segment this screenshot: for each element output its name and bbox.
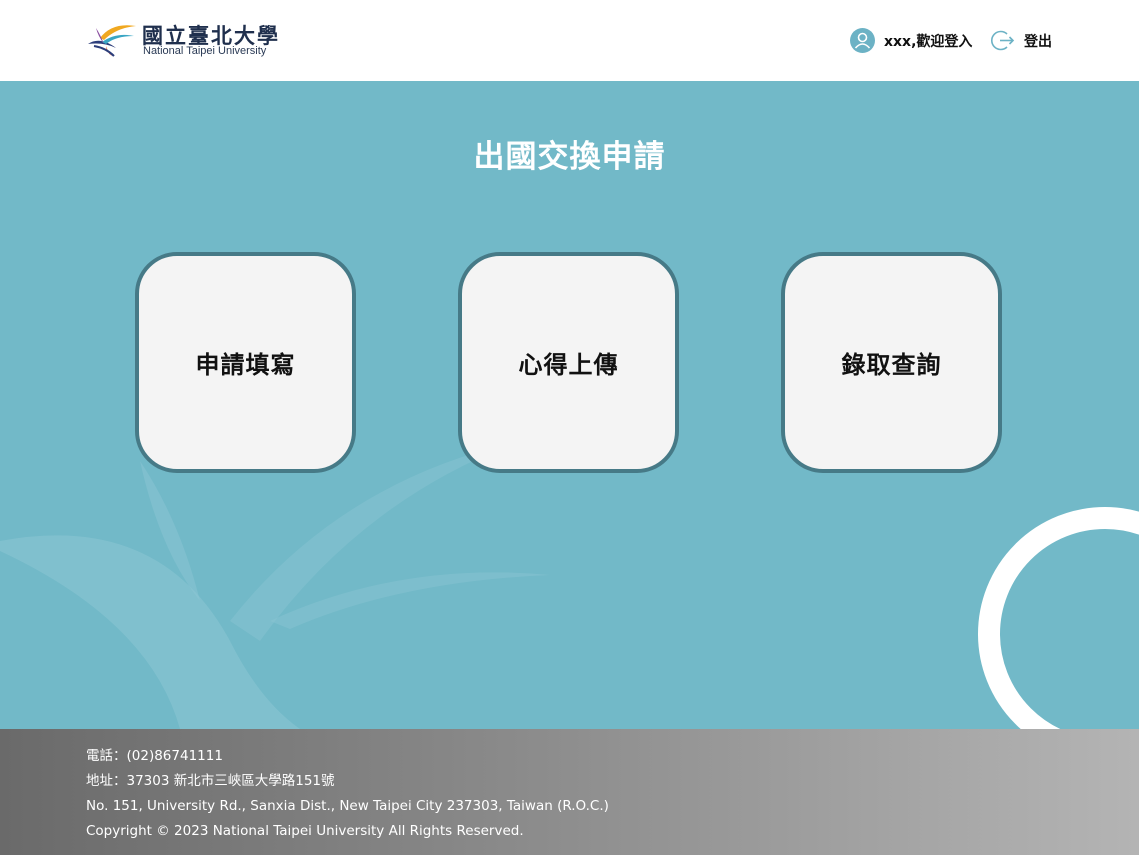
card-label: 錄取查詢 [841, 351, 942, 379]
logout-button[interactable]: 登出 [1024, 31, 1052, 51]
ntpu-logo[interactable]: 國立臺北大學 National Taipei University [86, 18, 296, 64]
user-area: xxx,歡迎登入 登出 [850, 28, 1060, 53]
page-title: 出國交換申請 [473, 139, 666, 175]
footer-address-en: No. 151, University Rd., Sanxia Dist., N… [86, 798, 609, 814]
admission-query-card[interactable]: 錄取查詢 [781, 252, 1002, 473]
footer: 電話：(02)86741111 地址：37303 新北市三峽區大學路151號 N… [0, 729, 1139, 855]
footer-address-zh: 地址：37303 新北市三峽區大學路151號 [86, 773, 335, 789]
logo-english-text: National Taipei University [143, 45, 267, 57]
card-label: 心得上傳 [518, 351, 619, 379]
application-form-card[interactable]: 申請填寫 [135, 252, 356, 473]
main-content: 出國交換申請 申請填寫 心得上傳 錄取查詢 [0, 81, 1139, 729]
footer-phone: 電話：(02)86741111 [86, 748, 223, 764]
report-upload-card[interactable]: 心得上傳 [458, 252, 679, 473]
card-label: 申請填寫 [195, 351, 296, 379]
header: 國立臺北大學 National Taipei University xxx,歡迎… [0, 0, 1139, 81]
ntpu-logo-icon [88, 25, 136, 57]
welcome-text: xxx,歡迎登入 [884, 34, 973, 50]
user-icon[interactable] [850, 28, 875, 53]
footer-copyright: Copyright © 2023 National Taipei Univers… [86, 823, 524, 839]
logout-icon[interactable] [990, 28, 1015, 53]
